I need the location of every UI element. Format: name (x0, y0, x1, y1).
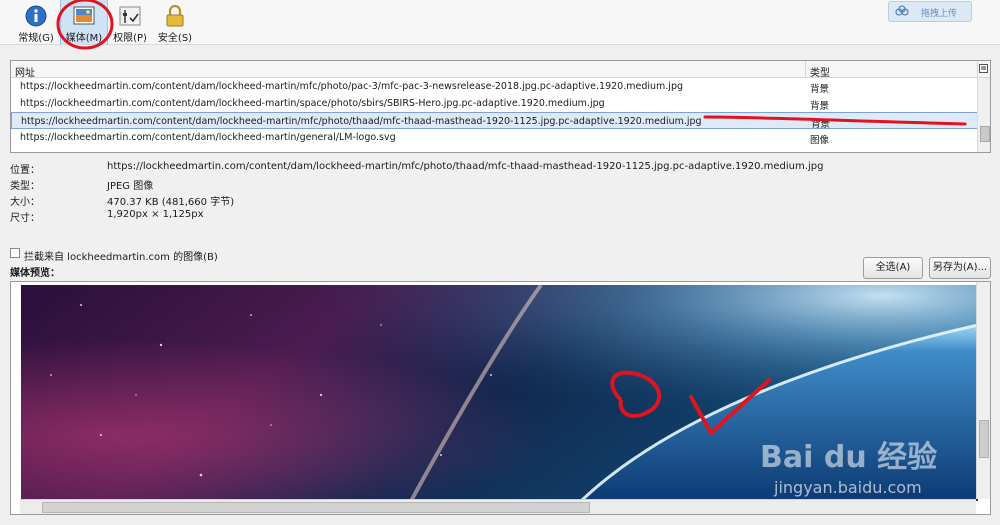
column-picker-icon[interactable] (979, 64, 988, 73)
info-icon (25, 5, 47, 27)
type-value: JPEG 图像 (107, 181, 154, 192)
table-row-selected[interactable]: https://lockheedmartin.com/content/dam/l… (11, 112, 978, 130)
drag-upload-label: 拖拽上传 (921, 9, 958, 19)
scrollbar-thumb[interactable] (980, 126, 990, 142)
watermark-url: jingyan.baidu.com (774, 478, 922, 497)
media-icon (73, 6, 95, 25)
column-url-header[interactable]: 网址 (15, 64, 35, 79)
permissions-icon (119, 6, 141, 26)
baidu-watermark: Bai du 经验 jingyan.baidu.com (760, 414, 990, 500)
tab-security-label: 安全(S) (157, 33, 193, 44)
tab-media[interactable]: 媒体(M) (60, 0, 108, 44)
size-label: 大小： (10, 197, 40, 208)
preview-horizontal-scrollbar[interactable] (20, 499, 976, 514)
table-scrollbar[interactable] (977, 78, 990, 152)
size-value: 470.37 KB (481,660 字节) (107, 197, 235, 208)
tab-media-label: 媒体(M) (65, 33, 103, 44)
dimensions-label: 尺寸： (10, 213, 40, 224)
cloud-icon (895, 5, 909, 16)
column-divider (805, 61, 806, 77)
block-images-label[interactable]: 拦截来自 lockheedmartin.com 的图像(B) (24, 248, 218, 263)
media-table: 网址 类型 https://lockheedmartin.com/content… (10, 60, 991, 153)
row-type: 背景 (810, 84, 830, 95)
row-type: 背景 (810, 101, 830, 112)
row-url: https://lockheedmartin.com/content/dam/l… (20, 98, 605, 109)
column-type-header[interactable]: 类型 (810, 64, 830, 79)
table-row[interactable]: https://lockheedmartin.com/content/dam/l… (11, 78, 978, 95)
tab-permissions-label: 权限(P) (113, 33, 147, 44)
lock-icon (166, 4, 184, 27)
tab-security[interactable]: 安全(S) (154, 0, 196, 44)
location-value: https://lockheedmartin.com/content/dam/l… (107, 161, 824, 172)
table-row[interactable]: https://lockheedmartin.com/content/dam/l… (11, 129, 978, 146)
column-divider (977, 61, 978, 77)
preview-label: 媒体预览： (10, 268, 60, 279)
select-all-button[interactable]: 全选(A) (863, 257, 923, 279)
tab-general[interactable]: 常规(G) (14, 0, 58, 44)
row-url: https://lockheedmartin.com/content/dam/l… (20, 132, 396, 143)
watermark-logo: Bai du 经验 (760, 440, 938, 475)
row-url: https://lockheedmartin.com/content/dam/l… (21, 116, 702, 127)
toolbar: 常规(G) 媒体(M) 权限(P) 安全(S) 拖拽上传 (0, 0, 1000, 45)
dimensions-value: 1,920px × 1,125px (107, 209, 204, 220)
tab-permissions[interactable]: 权限(P) (108, 0, 152, 44)
type-label: 类型： (10, 181, 40, 192)
block-images-checkbox[interactable] (10, 248, 20, 258)
row-url: https://lockheedmartin.com/content/dam/l… (20, 81, 684, 92)
location-label: 位置： (10, 165, 40, 176)
scrollbar-thumb[interactable] (42, 502, 590, 513)
tab-general-label: 常规(G) (18, 33, 54, 44)
table-header: 网址 类型 (11, 61, 990, 79)
row-type: 背景 (811, 119, 831, 130)
row-type: 图像 (810, 135, 830, 146)
table-row[interactable]: https://lockheedmartin.com/content/dam/l… (11, 95, 978, 112)
save-as-button[interactable]: 另存为(A)... (929, 257, 991, 279)
drag-upload-button[interactable]: 拖拽上传 (888, 1, 972, 22)
